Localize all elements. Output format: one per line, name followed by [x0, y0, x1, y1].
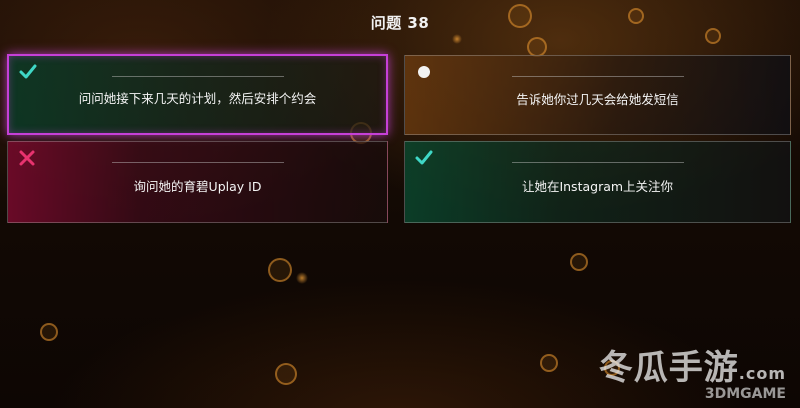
answer-divider — [111, 76, 284, 77]
check-icon — [19, 64, 37, 79]
question-title: 问题 38 — [370, 14, 430, 32]
answer-label: 询问她的育碧Uplay ID — [133, 178, 262, 194]
bokeh-particle — [40, 323, 58, 341]
answer-divider — [511, 162, 684, 163]
bokeh-particle — [527, 37, 547, 57]
bokeh-particle — [452, 34, 462, 44]
watermark-sub: 3DMGAME — [704, 386, 786, 402]
answer-option-4[interactable]: 让她在Instagram上关注你 — [404, 141, 791, 223]
answer-divider — [511, 76, 684, 77]
answer-label: 让她在Instagram上关注你 — [521, 178, 674, 194]
answer-label: 告诉她你过几天会给她发短信 — [516, 91, 679, 107]
answer-option-1[interactable]: 问问她接下来几天的计划，然后安排个约会 — [7, 54, 388, 135]
bokeh-particle — [296, 272, 308, 284]
watermark-logo: 冬瓜手游.com 3DMGAME — [592, 340, 792, 402]
answer-option-3[interactable]: 询问她的育碧Uplay ID — [7, 141, 388, 223]
answer-label: 问问她接下来几天的计划，然后安排个约会 — [78, 91, 317, 106]
dot-icon — [418, 66, 430, 78]
check-icon — [415, 150, 433, 165]
cross-icon — [19, 150, 35, 166]
answer-divider — [111, 162, 284, 163]
answer-option-2[interactable]: 告诉她你过几天会给她发短信 — [404, 55, 791, 135]
bokeh-particle — [570, 253, 588, 271]
bokeh-particle — [540, 354, 558, 372]
bokeh-particle — [275, 363, 297, 385]
watermark-brand: 冬瓜手游.com — [598, 348, 786, 388]
bokeh-particle — [268, 258, 292, 282]
